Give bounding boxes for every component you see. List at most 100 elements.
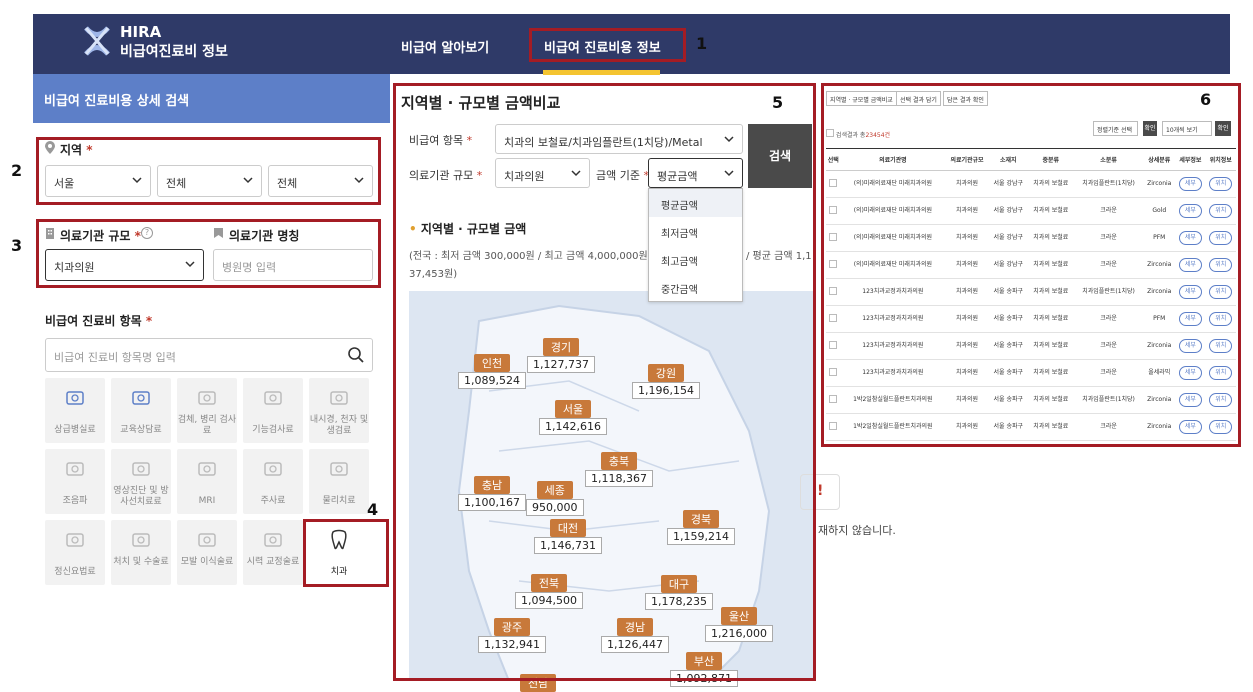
- location-button[interactable]: 위치: [1209, 420, 1233, 434]
- sort-select[interactable]: 정렬기준 선택: [1093, 121, 1138, 136]
- region-label-4[interactable]: 서울 1,142,616: [539, 398, 607, 435]
- item-select[interactable]: 치과의 보철료/치과임플란트(1치당)/Metal: [495, 124, 743, 154]
- nav-cost-info[interactable]: 비급여 진료비용 정보: [544, 37, 661, 56]
- sort-confirm-button[interactable]: 확인: [1143, 121, 1157, 136]
- save-selection-button[interactable]: 선택 결과 담기: [896, 91, 941, 106]
- detail-button[interactable]: 세부: [1178, 258, 1202, 272]
- category-tile-tube[interactable]: 내시경, 천자 및 생검료: [309, 378, 369, 443]
- detail-button[interactable]: 세부: [1178, 420, 1202, 434]
- table-cell: (의)미래의료재단 미래치과의원: [840, 197, 946, 225]
- location-button[interactable]: 위치: [1209, 312, 1233, 326]
- location-button[interactable]: 위치: [1209, 339, 1233, 353]
- search-button[interactable]: 검색: [748, 124, 812, 188]
- detail-button[interactable]: 세부: [1178, 285, 1202, 299]
- region-label-7[interactable]: 세종 950,000: [526, 479, 584, 516]
- item-search-input[interactable]: 비급여 진료비 항목명 입력: [45, 338, 373, 372]
- category-tile-bed[interactable]: 상급병실료: [45, 378, 105, 443]
- region-label-6[interactable]: 충남 1,100,167: [458, 474, 526, 511]
- compare-button[interactable]: 지역별 · 규모별 금액비교: [826, 91, 897, 106]
- location-pin-icon: [45, 141, 55, 154]
- location-button[interactable]: 위치: [1209, 204, 1233, 218]
- select-cell: [826, 224, 841, 252]
- category-tile-wave[interactable]: 조음파: [45, 449, 105, 514]
- inst-size-label: 의료기관 규모 *: [60, 229, 141, 243]
- region-district-select[interactable]: 전체: [157, 165, 262, 197]
- table-cell: 치과의원: [945, 278, 989, 306]
- detail-button[interactable]: 세부: [1178, 312, 1202, 326]
- region-label-13[interactable]: 광주 1,132,941: [478, 616, 546, 653]
- basis-option-min[interactable]: 최저금액: [649, 217, 742, 245]
- region-label-12[interactable]: 울산 1,216,000: [705, 605, 773, 642]
- location-button[interactable]: 위치: [1209, 258, 1233, 272]
- basis-select[interactable]: 평균금액: [648, 158, 743, 188]
- detail-button[interactable]: 세부: [1178, 231, 1202, 245]
- row-checkbox[interactable]: [829, 178, 838, 187]
- category-tile-flask[interactable]: 검체, 병리 검사료: [177, 378, 237, 443]
- search-icon[interactable]: [347, 346, 365, 364]
- category-tile-mri[interactable]: MRI: [177, 449, 237, 514]
- nav-learn-noncovered[interactable]: 비급여 알아보기: [401, 37, 489, 56]
- location-button[interactable]: 위치: [1209, 285, 1233, 299]
- help-icon[interactable]: ?: [141, 227, 153, 239]
- region-label-8[interactable]: 대전 1,146,731: [534, 517, 602, 554]
- inst-size-select[interactable]: 치과의원: [45, 249, 204, 281]
- table-cell: (의)미래의료재단 미래치과의원: [840, 251, 946, 279]
- region-label-3[interactable]: 강원 1,196,154: [632, 362, 700, 399]
- row-checkbox[interactable]: [829, 313, 838, 322]
- region-label-2[interactable]: 경기 1,127,737: [527, 336, 595, 373]
- summary-line-2: 37,453원): [409, 269, 458, 280]
- detail-button[interactable]: 세부: [1178, 204, 1202, 218]
- detail-button[interactable]: 세부: [1178, 339, 1202, 353]
- category-tile-label: 처치 및 수술료: [113, 557, 169, 567]
- per-page-confirm-button[interactable]: 확인: [1215, 121, 1231, 136]
- category-tile-brain[interactable]: 정신요법료: [45, 520, 105, 585]
- per-page-select[interactable]: 10개씩 보기: [1162, 121, 1212, 136]
- category-tile-eye[interactable]: 시력 교정술료: [243, 520, 303, 585]
- row-checkbox[interactable]: [829, 286, 838, 295]
- row-checkbox[interactable]: [829, 205, 838, 214]
- category-tile-hand[interactable]: 기능검사료: [243, 378, 303, 443]
- basis-option-median[interactable]: 중간금액: [649, 273, 742, 301]
- region-label-11[interactable]: 대구 1,178,235: [645, 573, 713, 610]
- region-label-9[interactable]: 경북 1,159,214: [667, 508, 735, 545]
- region-label-14[interactable]: 경남 1,126,447: [601, 616, 669, 653]
- category-tile-hair[interactable]: 모발 이식술료: [177, 520, 237, 585]
- basis-option-avg[interactable]: 평균금액: [649, 189, 742, 217]
- table-cell: 서울 강남구: [988, 224, 1028, 252]
- category-tile-xray[interactable]: 영상진단 및 방사선치료료: [111, 449, 171, 514]
- category-tile-tooth[interactable]: 치과: [309, 520, 369, 585]
- category-tile-desk[interactable]: 교육상담료: [111, 378, 171, 443]
- region-dong-select[interactable]: 전체: [268, 165, 373, 197]
- detail-button[interactable]: 세부: [1178, 366, 1202, 380]
- action-cell: 세부: [1175, 197, 1206, 225]
- row-checkbox[interactable]: [829, 259, 838, 268]
- region-value: 1,178,235: [645, 593, 713, 610]
- tooth-icon: [331, 529, 347, 550]
- location-button[interactable]: 위치: [1209, 393, 1233, 407]
- region-label-16[interactable]: 전남: [520, 672, 557, 692]
- view-saved-button[interactable]: 담은 결과 확인: [943, 91, 988, 106]
- category-tile-syringe[interactable]: 주사료: [243, 449, 303, 514]
- inst-name-input[interactable]: 병원명 입력: [213, 249, 373, 281]
- row-checkbox[interactable]: [829, 232, 838, 241]
- location-button[interactable]: 위치: [1209, 177, 1233, 191]
- row-checkbox[interactable]: [829, 340, 838, 349]
- region-label-1[interactable]: 인천 1,089,524: [458, 352, 526, 389]
- category-tile-therapy[interactable]: 물리치료: [309, 449, 369, 514]
- row-checkbox[interactable]: [829, 367, 838, 376]
- category-tile-scalpel[interactable]: 처치 및 수술료: [111, 520, 171, 585]
- row-checkbox[interactable]: [829, 394, 838, 403]
- basis-option-max[interactable]: 최고금액: [649, 245, 742, 273]
- region-label-15[interactable]: 부산 1,092,871: [670, 650, 738, 687]
- region-name: 서울: [554, 400, 592, 418]
- location-button[interactable]: 위치: [1209, 366, 1233, 380]
- region-label-10[interactable]: 전북 1,094,500: [515, 572, 583, 609]
- size-select[interactable]: 치과의원: [495, 158, 590, 188]
- region-label-5[interactable]: 충북 1,118,367: [585, 450, 653, 487]
- detail-button[interactable]: 세부: [1178, 393, 1202, 407]
- detail-button[interactable]: 세부: [1178, 177, 1202, 191]
- select-all-checkbox[interactable]: [826, 129, 834, 137]
- row-checkbox[interactable]: [829, 421, 838, 430]
- region-city-select[interactable]: 서울: [45, 165, 151, 197]
- location-button[interactable]: 위치: [1209, 231, 1233, 245]
